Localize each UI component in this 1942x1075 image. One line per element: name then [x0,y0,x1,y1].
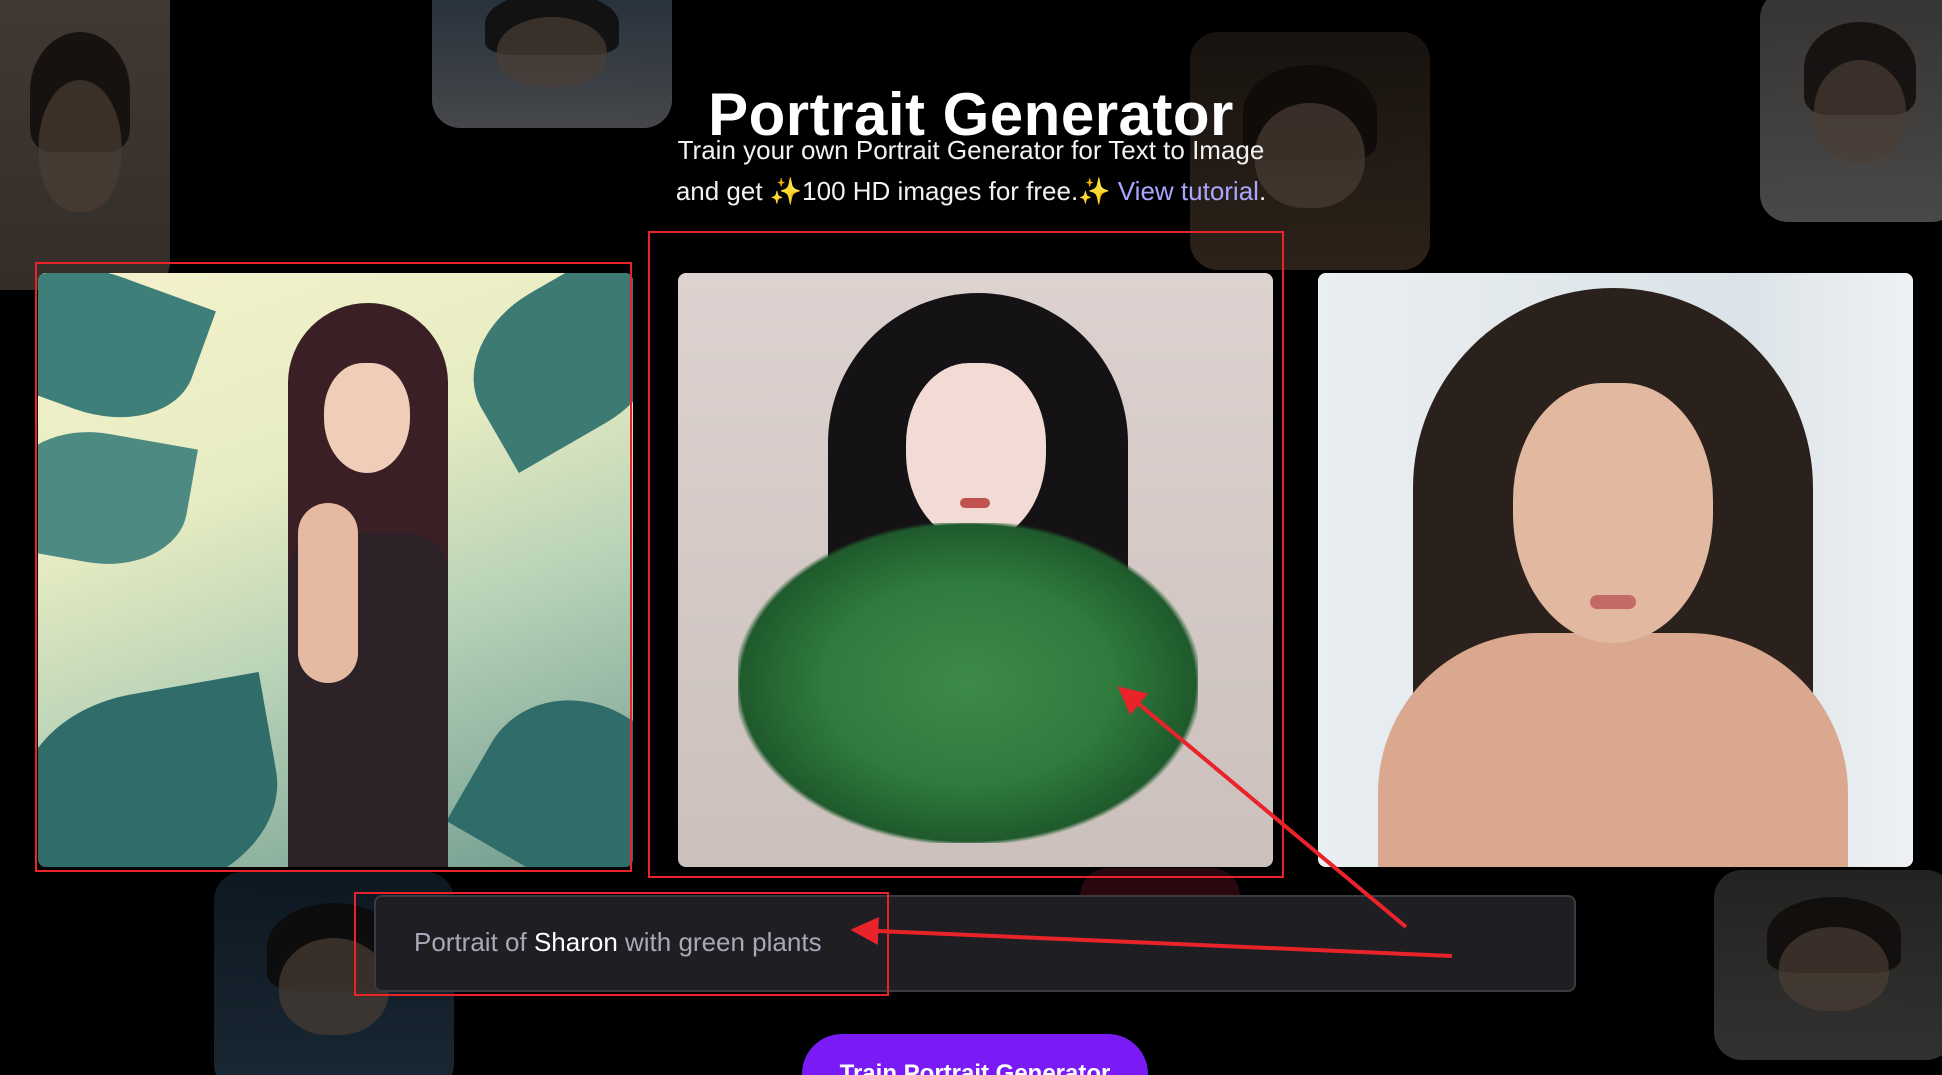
portrait-image-plants [678,273,1273,867]
subtitle-text: and get [675,176,770,206]
portrait-image-palm [38,273,633,867]
prompt-suffix: with green plants [617,927,822,957]
subtitle-line-1: Train your own Portrait Generator for Te… [677,135,1265,165]
train-portrait-generator-button[interactable]: Train Portrait Generator [802,1034,1148,1075]
subtitle-line-2: and get ✨100 HD images for free.✨ View t… [0,171,1942,212]
prompt-text: Portrait of Sharon with green plants [414,927,822,958]
period: . [1258,176,1267,206]
sparkle-icon: ✨ [769,176,803,206]
prompt-input[interactable]: Portrait of Sharon with green plants [374,895,1576,992]
prompt-subject-name: Sharon [533,927,618,957]
reference-photo [1318,273,1913,867]
view-tutorial-link[interactable]: View tutorial [1118,176,1259,206]
prompt-prefix: Portrait of [414,927,534,957]
background-portrait-tile [1714,870,1942,1060]
page: Portrait Generator Train your own Portra… [0,0,1942,1075]
hero-subtitle: Train your own Portrait Generator for Te… [0,130,1942,212]
sparkle-icon: ✨ [1078,176,1111,206]
subtitle-text: 100 HD images for free. [802,176,1079,206]
